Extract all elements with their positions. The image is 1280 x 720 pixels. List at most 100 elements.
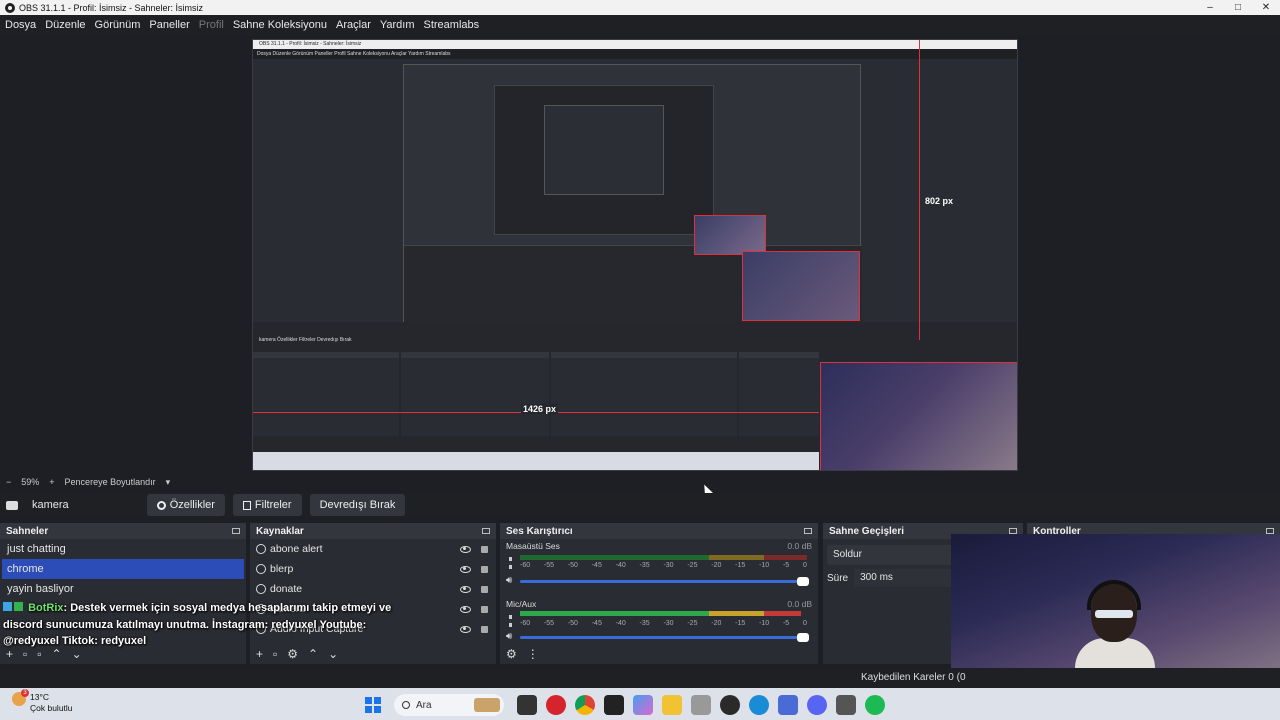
menu-help[interactable]: Yardım (380, 19, 415, 31)
program-preview[interactable]: OBS 31.1.1 - Profil: İsimsiz - Sahneler:… (252, 39, 1018, 471)
channel-name: Mic/Aux (506, 599, 537, 609)
file-explorer-icon[interactable] (662, 695, 682, 715)
advanced-audio-icon[interactable]: ⚙ (506, 647, 517, 661)
lock-icon[interactable] (481, 565, 488, 573)
lock-icon[interactable] (481, 605, 488, 613)
chrome-icon[interactable] (575, 695, 595, 715)
minimize-button[interactable]: – (1196, 0, 1224, 15)
edge-icon[interactable] (749, 695, 769, 715)
nested-mixer-dock (551, 352, 737, 436)
sources-title: Kaynaklar (256, 525, 304, 537)
mixer-menu-icon[interactable]: ⋮ (527, 647, 539, 661)
camera-icon (6, 500, 18, 510)
menu-tools[interactable]: Araçlar (336, 19, 371, 31)
scene-item-just-chatting[interactable]: just chatting (0, 539, 246, 559)
undock-icon[interactable] (804, 528, 812, 534)
browser-source-icon (256, 564, 266, 574)
zoom-mode-select[interactable]: Pencereye Boyutlandır (65, 477, 156, 487)
weather-widget[interactable]: 13°C Çok bulutlu (12, 689, 73, 714)
spotify-icon[interactable] (865, 695, 885, 715)
obs-icon[interactable] (720, 695, 740, 715)
filter-icon (242, 500, 251, 510)
visibility-eye-icon[interactable] (460, 545, 471, 553)
status-bar: Kaybedilen Kareler 0 (0 (0, 668, 1280, 688)
menu-profile[interactable]: Profil (199, 19, 224, 31)
menu-file[interactable]: Dosya (5, 19, 36, 31)
filters-label: Filtreler (254, 499, 292, 511)
menu-docks[interactable]: Paneller (149, 19, 189, 31)
chevron-down-icon[interactable]: ▾ (166, 477, 171, 488)
sources-dock-header: Kaynaklar (250, 523, 496, 539)
maximize-button[interactable]: □ (1224, 0, 1252, 15)
source-toolbar: kamera Özellikler Filtreler Devredışı Bı… (0, 493, 1280, 517)
source-label: abone alert (270, 543, 323, 555)
zoom-in-button[interactable]: + (49, 477, 54, 487)
settings-app-icon[interactable] (778, 695, 798, 715)
close-button[interactable]: ✕ (1252, 0, 1280, 15)
volume-slider[interactable] (520, 633, 809, 642)
channel-menu-icon[interactable] (509, 615, 512, 627)
source-item-donate[interactable]: donate (250, 579, 496, 599)
visibility-eye-icon[interactable] (460, 565, 471, 573)
menu-edit[interactable]: Düzenle (45, 19, 85, 31)
browser-source-icon (256, 544, 266, 554)
discord-icon[interactable] (807, 695, 827, 715)
visibility-eye-icon[interactable] (460, 625, 471, 633)
filters-button[interactable]: Filtreler (232, 494, 302, 516)
zoom-out-button[interactable]: − (6, 477, 11, 487)
nested-window-title: OBS 31.1.1 - Profil: İsimsiz - Sahneler:… (253, 40, 1017, 49)
scene-item-chrome[interactable]: chrome (2, 559, 244, 579)
speaker-icon[interactable]: 🔊︎ (506, 575, 512, 586)
mixer-footer: ⚙ ⋮ (500, 644, 818, 664)
undock-icon[interactable] (482, 528, 490, 534)
channel-menu-icon[interactable] (509, 557, 512, 569)
source-item-abone-alert[interactable]: abone alert (250, 539, 496, 559)
menu-view[interactable]: Görünüm (95, 19, 141, 31)
channel-db: 0.0 dB (787, 541, 812, 551)
nested-menu-bar: Dosya Düzenle Görünüm Paneller Profil Sa… (253, 49, 1017, 59)
nested-taskbar (253, 452, 819, 470)
nested-scenes-dock (253, 352, 399, 436)
nested-docks (253, 352, 819, 436)
visibility-eye-icon[interactable] (460, 605, 471, 613)
windows-start-icon[interactable] (365, 697, 381, 713)
camera-source-selected[interactable] (820, 362, 1017, 470)
selected-source-name: kamera (32, 499, 69, 511)
nested-sources-dock (401, 352, 549, 436)
visibility-eye-icon[interactable] (460, 585, 471, 593)
source-item-blerp[interactable]: blerp (250, 559, 496, 579)
bot-badge-icon (14, 602, 23, 611)
scene-item-yayin-basliyor[interactable]: yayin basliyor (0, 579, 246, 599)
copilot-icon[interactable] (633, 695, 653, 715)
preview-area[interactable]: OBS 31.1.1 - Profil: İsimsiz - Sahneler:… (0, 35, 1280, 475)
source-label: blerp (270, 563, 294, 575)
lock-icon[interactable] (481, 585, 488, 593)
gear-icon[interactable] (836, 695, 856, 715)
menu-streamlabs[interactable]: Streamlabs (424, 19, 480, 31)
capcut-icon[interactable] (604, 695, 624, 715)
volume-slider[interactable] (520, 577, 809, 586)
title-bar: OBS 31.1.1 - Profil: İsimsiz - Sahneler:… (0, 0, 1280, 15)
taskbar-search[interactable]: Ara (394, 694, 504, 716)
lock-icon[interactable] (481, 625, 488, 633)
bot-badge-icon (3, 602, 12, 611)
window-title: OBS 31.1.1 - Profil: İsimsiz - Sahneler:… (19, 2, 204, 13)
zoom-controls: − 59% + Pencereye Boyutlandır ▾ (0, 475, 1280, 489)
properties-button[interactable]: Özellikler (146, 494, 225, 516)
search-placeholder: Ara (416, 699, 432, 711)
menu-scene-collection[interactable]: Sahne Koleksiyonu (233, 19, 327, 31)
opera-icon[interactable] (546, 695, 566, 715)
windows-taskbar: 13°C Çok bulutlu Ara (0, 688, 1280, 720)
lock-icon[interactable] (481, 545, 488, 553)
browser-source-icon (256, 584, 266, 594)
dropped-frames: Kaybedilen Kareler 0 (0 (861, 672, 966, 683)
deactivate-button[interactable]: Devredışı Bırak (309, 494, 406, 516)
undock-icon[interactable] (232, 528, 240, 534)
task-view-icon[interactable] (517, 695, 537, 715)
channel-db: 0.0 dB (787, 599, 812, 609)
speaker-icon[interactable]: 🔊︎ (506, 631, 512, 642)
mixer-title: Ses Karıştırıcı (506, 525, 573, 537)
snipping-tool-icon[interactable] (691, 695, 711, 715)
meter-ticks: -60 -55 -50 -45 -40 -35 -30 -25 -20 -15 -10 -5 0 (520, 620, 807, 627)
audio-mixer-dock: Ses Karıştırıcı Masaüstü Ses 0.0 dB -60-… (500, 523, 818, 664)
